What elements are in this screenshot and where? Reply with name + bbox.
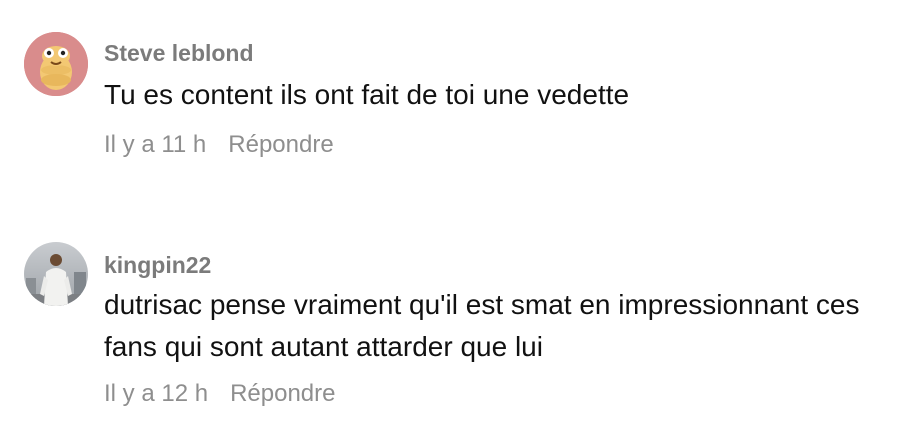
person-photo-avatar-icon — [24, 242, 88, 306]
comment-timestamp: Il y a 11 h — [104, 131, 207, 158]
comment-username[interactable]: kingpin22 — [104, 252, 211, 279]
comment-text: dutrisac pense vraiment qu'il est smat e… — [104, 289, 860, 362]
comment-item: kingpin22 dutrisac pense vraiment qu'il … — [0, 200, 908, 436]
comment-meta: Il y a 12 h Répondre — [104, 380, 335, 408]
comment-timestamp: Il y a 12 h — [104, 380, 209, 407]
comment-meta: Il y a 11 h Répondre — [104, 131, 334, 159]
reply-button[interactable]: Répondre — [230, 380, 335, 407]
user-avatar[interactable] — [24, 242, 88, 306]
user-avatar[interactable] — [24, 32, 88, 96]
comment-text: Tu es content ils ont fait de toi une ve… — [104, 79, 630, 110]
cartoon-cookie-avatar-icon — [24, 32, 88, 96]
comment-item: Steve leblond Tu es content ils ont fait… — [0, 0, 908, 200]
reply-button[interactable]: Répondre — [228, 131, 333, 158]
comment-username[interactable]: Steve leblond — [104, 40, 254, 67]
